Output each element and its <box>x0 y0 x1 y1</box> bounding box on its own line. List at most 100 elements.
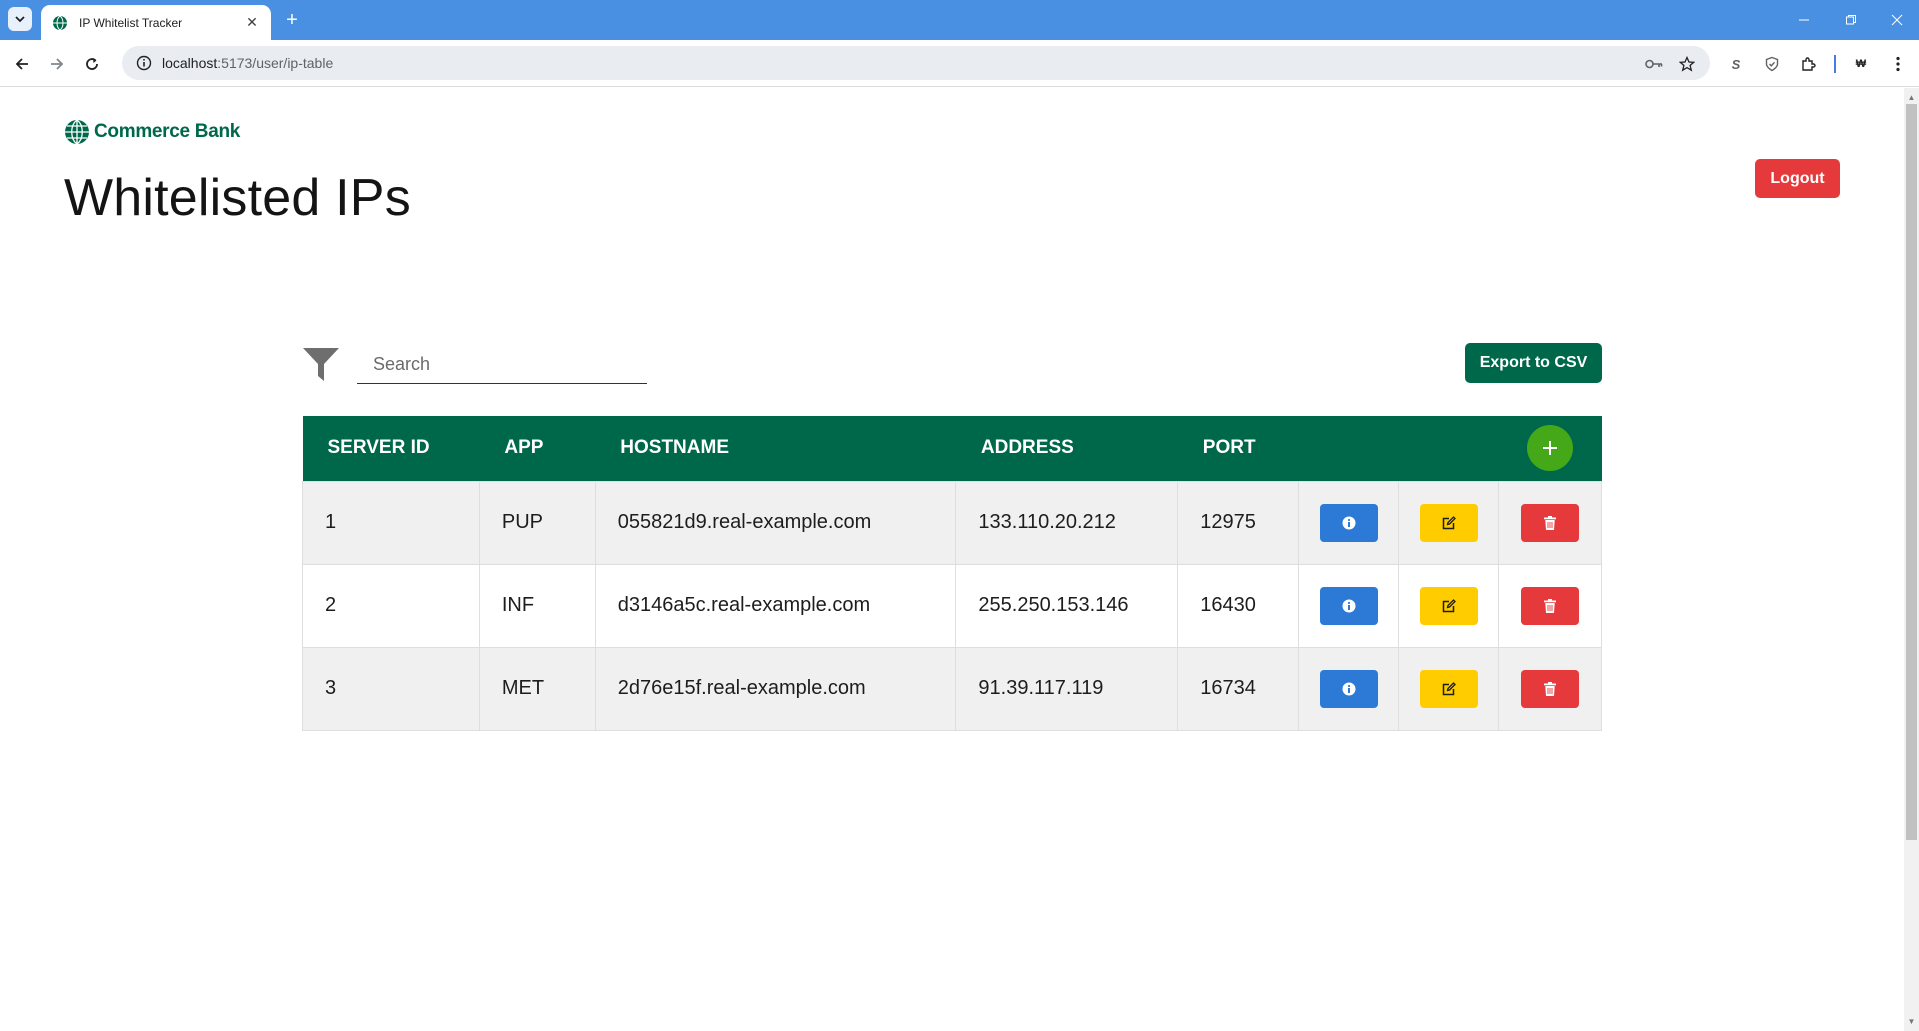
arrow-right-icon <box>51 58 64 70</box>
info-button[interactable] <box>1319 503 1378 542</box>
forward-button[interactable] <box>45 52 69 76</box>
table-header-row: SERVER ID APP HOSTNAME ADDRESS PORT <box>302 416 1602 481</box>
table-row: 1 PUP 055821d9.real-example.com 133.110.… <box>302 480 1602 565</box>
edit-button[interactable] <box>1419 503 1478 542</box>
info-icon <box>1342 516 1356 529</box>
cell-hostname: 2d76e15f.real-example.com <box>594 646 957 731</box>
info-button[interactable] <box>1319 669 1378 708</box>
info-button[interactable] <box>1319 586 1378 625</box>
search-input[interactable] <box>357 346 647 383</box>
cell-app: MET <box>478 646 596 731</box>
cell-info-action <box>1298 646 1400 731</box>
delete-button[interactable] <box>1521 503 1580 542</box>
search-field <box>357 346 647 384</box>
restore-button[interactable] <box>1834 8 1868 32</box>
cell-edit-action <box>1398 480 1500 565</box>
ip-whitelist-table: SERVER ID APP HOSTNAME ADDRESS PORT 1 PU… <box>302 416 1602 731</box>
globe-logo-icon <box>65 119 89 145</box>
globe-icon <box>51 14 69 32</box>
export-csv-button[interactable]: Export to CSV <box>1465 343 1602 383</box>
edit-icon <box>1442 681 1456 695</box>
restore-icon <box>1846 15 1856 25</box>
url-text: localhost:5173/user/ip-table <box>162 55 333 71</box>
bookmark-star-icon[interactable] <box>1675 52 1699 76</box>
edit-button[interactable] <box>1419 586 1478 625</box>
url-path: :5173/user/ip-table <box>217 55 334 71</box>
minimize-button[interactable] <box>1787 8 1821 32</box>
reload-icon <box>86 58 98 70</box>
table-row: 2 INF d3146a5c.real-example.com 255.250.… <box>302 563 1602 648</box>
browser-tab-strip: IP Whitelist Tracker ✕ + <box>0 0 1919 40</box>
plus-icon <box>1543 441 1558 456</box>
delete-button[interactable] <box>1521 586 1580 625</box>
column-header-app[interactable]: APP <box>479 416 595 481</box>
edit-icon <box>1442 598 1456 612</box>
cell-server-id: 3 <box>302 646 480 731</box>
cell-app: PUP <box>478 480 596 565</box>
close-icon[interactable]: ✕ <box>243 14 261 32</box>
tab-title: IP Whitelist Tracker <box>79 15 183 30</box>
cell-hostname: d3146a5c.real-example.com <box>594 563 957 648</box>
browser-tab-active[interactable]: IP Whitelist Tracker ✕ <box>41 5 271 40</box>
tab-search-button[interactable] <box>8 7 32 31</box>
cell-address: 133.110.20.212 <box>955 480 1179 565</box>
cell-port: 16734 <box>1177 646 1300 731</box>
cell-delete-action <box>1498 480 1602 565</box>
site-info-icon[interactable] <box>136 55 152 71</box>
new-tab-button[interactable]: + <box>280 9 304 33</box>
scroll-down-arrow-icon[interactable]: ▼ <box>1904 1014 1919 1029</box>
cell-app: INF <box>478 563 596 648</box>
cell-edit-action <box>1398 646 1500 731</box>
close-icon <box>1891 14 1903 26</box>
url-host: localhost <box>162 55 218 71</box>
arrow-left-icon <box>15 58 28 70</box>
chevron-down-icon <box>15 16 25 23</box>
logout-button[interactable]: Logout <box>1755 159 1840 198</box>
toolbar-divider <box>1834 55 1836 73</box>
cell-address: 91.39.117.119 <box>955 646 1179 731</box>
commerce-bank-logo: Commerce Bank <box>64 119 240 145</box>
delete-button[interactable] <box>1521 669 1580 708</box>
trash-icon <box>1544 598 1557 613</box>
filter-icon[interactable] <box>301 344 341 384</box>
cell-server-id: 2 <box>302 563 480 648</box>
cell-port: 12975 <box>1177 480 1300 565</box>
column-header-server-id[interactable]: SERVER ID <box>303 416 480 481</box>
edit-icon <box>1442 515 1456 529</box>
info-icon <box>1342 682 1356 695</box>
trash-icon <box>1544 515 1557 530</box>
logo-text: Commerce Bank <box>94 121 241 142</box>
scrollbar-thumb[interactable] <box>1906 104 1917 840</box>
profile-avatar-icon[interactable]: ₩ <box>1849 52 1873 76</box>
browser-toolbar: localhost:5173/user/ip-table S ₩ <box>0 40 1919 87</box>
scroll-up-arrow-icon[interactable]: ▲ <box>1904 90 1919 105</box>
shield-icon[interactable] <box>1760 52 1784 76</box>
reload-button[interactable] <box>80 52 104 76</box>
edit-button[interactable] <box>1419 669 1478 708</box>
column-header-address[interactable]: ADDRESS <box>956 416 1178 481</box>
window-close-button[interactable] <box>1880 8 1914 32</box>
cell-address: 255.250.153.146 <box>955 563 1179 648</box>
password-key-icon[interactable] <box>1642 52 1666 76</box>
more-menu-icon[interactable] <box>1886 52 1910 76</box>
back-button[interactable] <box>10 52 34 76</box>
column-header-add <box>1499 416 1602 481</box>
cell-delete-action <box>1498 646 1602 731</box>
info-icon <box>1342 599 1356 612</box>
table-row: 3 MET 2d76e15f.real-example.com 91.39.11… <box>302 646 1602 731</box>
column-header-empty <box>1299 416 1399 481</box>
cell-info-action <box>1298 563 1400 648</box>
cell-edit-action <box>1398 563 1500 648</box>
extensions-puzzle-icon[interactable] <box>1796 52 1820 76</box>
extension-s-icon[interactable]: S <box>1724 52 1748 76</box>
address-bar[interactable]: localhost:5173/user/ip-table <box>122 46 1710 80</box>
minimize-icon <box>1799 19 1809 21</box>
cell-delete-action <box>1498 563 1602 648</box>
column-header-hostname[interactable]: HOSTNAME <box>595 416 956 481</box>
column-header-port[interactable]: PORT <box>1178 416 1299 481</box>
cell-info-action <box>1298 480 1400 565</box>
add-ip-button[interactable] <box>1527 425 1574 472</box>
cell-server-id: 1 <box>302 480 480 565</box>
cell-hostname: 055821d9.real-example.com <box>594 480 957 565</box>
page-title: Whitelisted IPs <box>64 169 411 227</box>
